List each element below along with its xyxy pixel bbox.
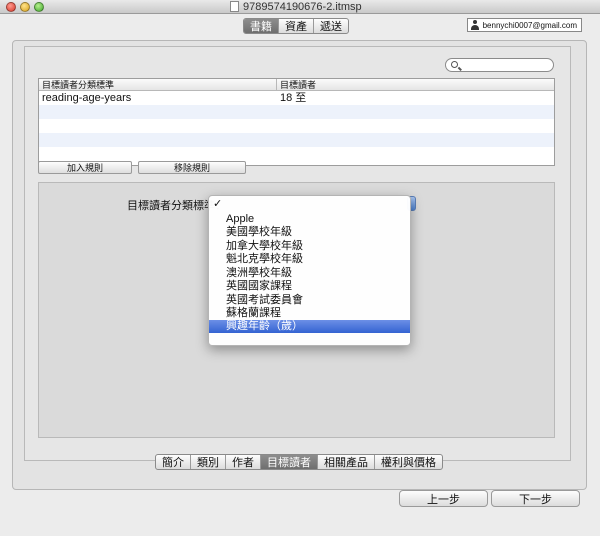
dropdown-option-blank[interactable]: ✓ — [209, 198, 410, 211]
column-header-criteria[interactable]: 目標讀者分類標準 — [39, 79, 277, 90]
previous-step-button[interactable]: 上一步 — [399, 490, 488, 507]
table-row[interactable]: reading-age-years 18 至 — [39, 91, 554, 105]
table-cell — [277, 105, 280, 119]
table-row[interactable] — [39, 105, 554, 119]
checkmark-icon: ✓ — [213, 198, 223, 210]
top-tab-bar: 書籍 資產 遞送 — [243, 18, 349, 34]
next-step-button[interactable]: 下一步 — [491, 490, 580, 507]
column-header-audience[interactable]: 目標讀者 — [277, 79, 316, 90]
table-row[interactable] — [39, 119, 554, 133]
dropdown-option[interactable]: Apple — [209, 213, 410, 226]
dropdown-option[interactable]: 魁北克學校年級 — [209, 253, 410, 266]
tab-authors[interactable]: 作者 — [226, 455, 261, 469]
tab-assets[interactable]: 資產 — [279, 19, 314, 33]
criteria-dropdown-menu[interactable]: ✓ Apple 美國學校年級 加拿大學校年級 魁北克學校年級 澳洲學校年級 英國… — [208, 195, 411, 346]
zoom-window-icon[interactable] — [34, 2, 44, 12]
dropdown-option-selected[interactable]: 興趣年齡（歲） — [209, 320, 410, 333]
dropdown-option[interactable]: 英國國家課程 — [209, 280, 410, 293]
table-cell — [39, 105, 277, 119]
bottom-tab-bar: 簡介 類別 作者 目標讀者 相關產品 權利與價格 — [155, 454, 443, 470]
tab-target-audience[interactable]: 目標讀者 — [261, 455, 318, 469]
table-cell — [39, 133, 277, 147]
document-icon — [230, 1, 239, 12]
table-row[interactable] — [39, 133, 554, 147]
table-cell — [277, 133, 280, 147]
dropdown-option[interactable]: 加拿大學校年級 — [209, 240, 410, 253]
table-cell — [277, 119, 280, 133]
tab-related-products[interactable]: 相關產品 — [318, 455, 375, 469]
dropdown-option[interactable]: 美國學校年級 — [209, 226, 410, 239]
search-input[interactable] — [445, 58, 554, 72]
table-cell — [39, 119, 277, 133]
dropdown-option[interactable]: 澳洲學校年級 — [209, 267, 410, 280]
user-email: bennychi0007@gmail.com — [482, 20, 577, 30]
table-cell: reading-age-years — [42, 92, 132, 104]
minimize-window-icon[interactable] — [20, 2, 30, 12]
search-icon — [451, 61, 458, 68]
rules-table: 目標讀者分類標準 目標讀者 reading-age-years 18 至 — [38, 78, 555, 166]
tab-books[interactable]: 書籍 — [244, 19, 279, 33]
tab-categories[interactable]: 類別 — [191, 455, 226, 469]
add-rule-button[interactable]: 加入規則 — [38, 161, 132, 174]
user-icon — [470, 20, 480, 30]
window-title: 9789574190676-2.itmsp — [243, 1, 362, 13]
close-window-icon[interactable] — [6, 2, 16, 12]
tab-summary[interactable]: 簡介 — [156, 455, 191, 469]
user-account-badge[interactable]: bennychi0007@gmail.com — [466, 18, 582, 32]
title-bar: 9789574190676-2.itmsp — [0, 0, 600, 14]
dropdown-option[interactable]: 英國考試委員會 — [209, 294, 410, 307]
tab-delivery[interactable]: 遞送 — [314, 19, 348, 33]
dropdown-option[interactable]: 蘇格蘭課程 — [209, 307, 410, 320]
table-header: 目標讀者分類標準 目標讀者 — [39, 79, 554, 91]
remove-rule-button[interactable]: 移除規則 — [138, 161, 246, 174]
tab-rights-pricing[interactable]: 權利與價格 — [375, 455, 442, 469]
table-cell: 18 至 — [280, 92, 307, 104]
